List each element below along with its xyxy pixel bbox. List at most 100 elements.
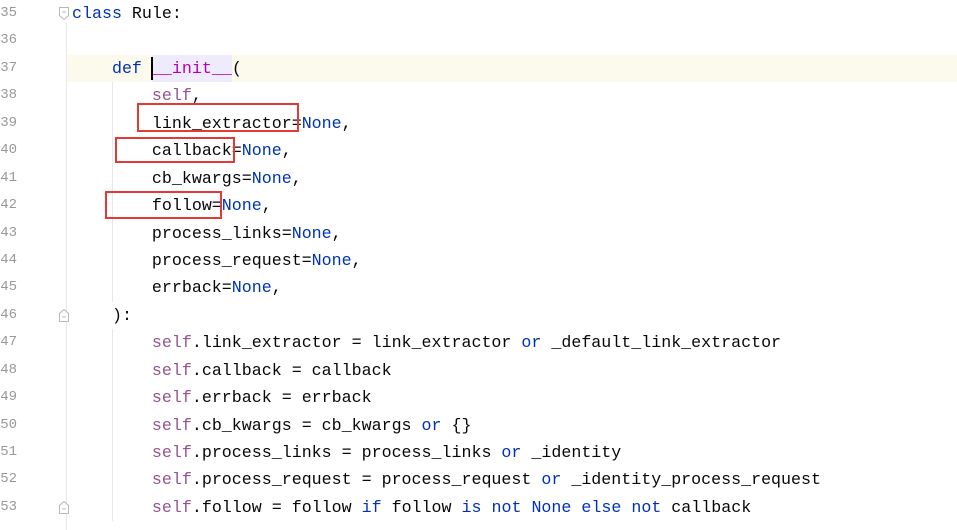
code-keyword[interactable]: None	[312, 251, 352, 270]
code-keyword[interactable]: class	[72, 4, 122, 23]
code-line[interactable]: self,	[66, 82, 957, 110]
code-keyword[interactable]: def	[112, 59, 142, 78]
code-text[interactable]: .process_links = process_links	[192, 443, 502, 462]
code-line[interactable]: cb_kwargs=None,	[66, 164, 957, 193]
code-self[interactable]: self	[152, 361, 192, 380]
code-keyword[interactable]: None	[232, 278, 272, 297]
code-self[interactable]: self	[152, 416, 192, 435]
code-text[interactable]: .process_request = process_request	[192, 470, 542, 489]
code-text[interactable]: errback=	[152, 278, 232, 297]
code-text[interactable]: ,	[262, 196, 272, 215]
code-text[interactable]: ):	[112, 306, 132, 325]
gutter[interactable]: 47	[0, 329, 66, 356]
code-self[interactable]: self	[152, 86, 192, 105]
code-self[interactable]: self	[152, 333, 192, 352]
gutter[interactable]: 40	[0, 137, 66, 164]
code-line[interactable]: self.callback = callback	[66, 356, 957, 385]
code-text[interactable]: .callback = callback	[192, 361, 392, 380]
code-editor[interactable]: 35 class Rule: 36 37 def __init__(38 self, 3…	[0, 0, 957, 530]
code-keyword[interactable]: or	[501, 443, 521, 462]
gutter[interactable]: 50	[0, 412, 66, 439]
code-text[interactable]: link_extractor=	[152, 114, 302, 133]
code-text[interactable]: process_links=	[152, 224, 292, 243]
gutter[interactable]: 51	[0, 439, 66, 466]
code-line[interactable]: ):	[66, 302, 957, 329]
code-keyword[interactable]: or	[541, 470, 561, 489]
code-text[interactable]: follow=	[152, 196, 222, 215]
code-line[interactable]: self.cb_kwargs = cb_kwargs or {}	[66, 411, 957, 439]
gutter[interactable]: 52	[0, 466, 66, 493]
fold-start-icon[interactable]	[59, 7, 69, 21]
code-self[interactable]: self	[152, 470, 192, 489]
code-keyword[interactable]: None	[222, 196, 262, 215]
code-text[interactable]: ,	[192, 86, 202, 105]
code-keyword[interactable]: None	[252, 169, 292, 188]
code-magic-method[interactable]: __init__	[151, 54, 232, 83]
code-line[interactable]: def __init__(	[66, 54, 957, 83]
code-text[interactable]: .link_extractor = link_extractor	[192, 333, 522, 352]
code-text[interactable]: ,	[352, 251, 362, 270]
gutter[interactable]: 44	[0, 247, 66, 274]
fold-end-icon[interactable]	[59, 500, 69, 514]
code-keyword[interactable]: None	[531, 498, 571, 517]
code-keyword[interactable]: or	[422, 416, 442, 435]
fold-end-icon[interactable]	[59, 308, 69, 322]
code-text[interactable]: follow	[382, 498, 462, 517]
code-keyword[interactable]: if	[362, 498, 382, 517]
code-keyword[interactable]: None	[302, 114, 342, 133]
code-text[interactable]: _identity_process_request	[561, 470, 821, 489]
code-text[interactable]: .follow = follow	[192, 498, 362, 517]
code-keyword[interactable]: None	[242, 141, 282, 160]
code-line[interactable]: link_extractor=None,	[66, 109, 957, 138]
code-line[interactable]: self.process_links = process_links or _i…	[66, 439, 957, 467]
code-line[interactable]: self.process_request = process_request o…	[66, 466, 957, 494]
code-line[interactable]: process_request=None,	[66, 246, 957, 275]
code-self[interactable]: self	[152, 498, 192, 517]
code-text[interactable]: _identity	[521, 443, 621, 462]
code-text[interactable]: ,	[272, 278, 282, 297]
gutter[interactable]: 37	[0, 55, 66, 82]
code-keyword[interactable]: not	[491, 498, 521, 517]
code-text[interactable]: Rule:	[122, 4, 182, 23]
code-line[interactable]: process_links=None,	[66, 219, 957, 247]
code-line[interactable]: errback=None,	[66, 274, 957, 302]
code-text[interactable]: ,	[332, 224, 342, 243]
code-line[interactable]: class Rule:	[66, 0, 957, 27]
code-keyword[interactable]: else	[581, 498, 621, 517]
gutter[interactable]: 53	[0, 494, 69, 521]
gutter[interactable]: 43	[0, 220, 66, 247]
code-line[interactable]: self.link_extractor = link_extractor or …	[66, 329, 957, 357]
code-text[interactable]: (	[232, 59, 242, 78]
code-line[interactable]	[66, 27, 957, 54]
code-text[interactable]: .cb_kwargs = cb_kwargs	[192, 416, 422, 435]
code-text[interactable]: ,	[282, 141, 292, 160]
code-line[interactable]: self.follow = follow if follow is not No…	[66, 493, 957, 522]
gutter[interactable]: 42	[0, 192, 66, 219]
code-line[interactable]: callback=None,	[66, 137, 957, 165]
gutter[interactable]: 39	[0, 110, 66, 137]
code-text[interactable]: ,	[342, 114, 352, 133]
code-text[interactable]: cb_kwargs=	[152, 169, 252, 188]
gutter[interactable]: 41	[0, 165, 66, 192]
gutter[interactable]: 38	[0, 82, 66, 109]
code-line[interactable]: self.errback = errback	[66, 384, 957, 412]
code-text[interactable]: {}	[442, 416, 472, 435]
code-text[interactable]: .errback = errback	[192, 388, 372, 407]
gutter[interactable]: 49	[0, 384, 66, 411]
code-self[interactable]: self	[152, 443, 192, 462]
code-text[interactable]: callback	[661, 498, 751, 517]
code-text[interactable]: process_request=	[152, 251, 312, 270]
gutter[interactable]: 46	[0, 302, 69, 329]
code-keyword[interactable]: None	[292, 224, 332, 243]
gutter[interactable]: 36	[0, 27, 66, 54]
code-keyword[interactable]: or	[521, 333, 541, 352]
gutter[interactable]: 35	[0, 0, 69, 27]
code-self[interactable]: self	[152, 388, 192, 407]
code-keyword[interactable]: not	[631, 498, 661, 517]
code-keyword[interactable]: is	[461, 498, 481, 517]
code-text[interactable]: callback=	[152, 141, 242, 160]
code-line[interactable]: follow=None,	[66, 192, 957, 220]
gutter[interactable]: 48	[0, 357, 66, 384]
gutter[interactable]: 45	[0, 274, 66, 301]
code-text[interactable]: _default_link_extractor	[541, 333, 781, 352]
